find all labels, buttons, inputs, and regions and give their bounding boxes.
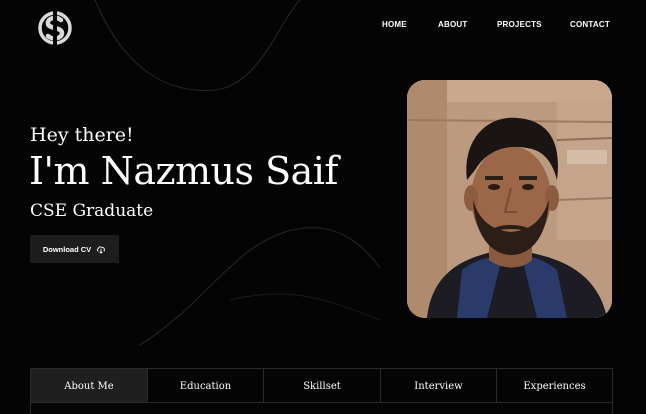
tab-experiences[interactable]: Experiences	[497, 369, 612, 403]
download-cv-label: Download CV	[42, 244, 92, 254]
profile-portrait-image	[407, 80, 612, 318]
nav-home[interactable]: HOME	[382, 20, 407, 29]
info-tabs: About Me Education Skillset Interview Ex…	[30, 368, 613, 403]
tab-interview[interactable]: Interview	[381, 369, 497, 403]
nav-contact[interactable]: CONTACT	[570, 20, 610, 29]
download-cv-button[interactable]: Download CV	[30, 235, 119, 263]
profile-photo	[407, 80, 612, 318]
hero-name: I'm Nazmus Saif	[29, 149, 339, 193]
hero-role: CSE Graduate	[30, 201, 154, 221]
nav-projects[interactable]: PROJECTS	[497, 20, 542, 29]
tab-skillset[interactable]: Skillset	[264, 369, 381, 403]
nav-about[interactable]: ABOUT	[438, 20, 467, 29]
tab-education[interactable]: Education	[148, 369, 264, 403]
cloud-download-icon	[97, 246, 106, 254]
tab-content-panel	[30, 402, 613, 414]
tab-about-me[interactable]: About Me	[31, 369, 148, 403]
main-nav: HOME ABOUT PROJECTS CONTACT	[0, 20, 646, 34]
hero-greeting: Hey there!	[30, 124, 134, 146]
portfolio-page: HOME ABOUT PROJECTS CONTACT Hey there! I…	[0, 0, 646, 414]
